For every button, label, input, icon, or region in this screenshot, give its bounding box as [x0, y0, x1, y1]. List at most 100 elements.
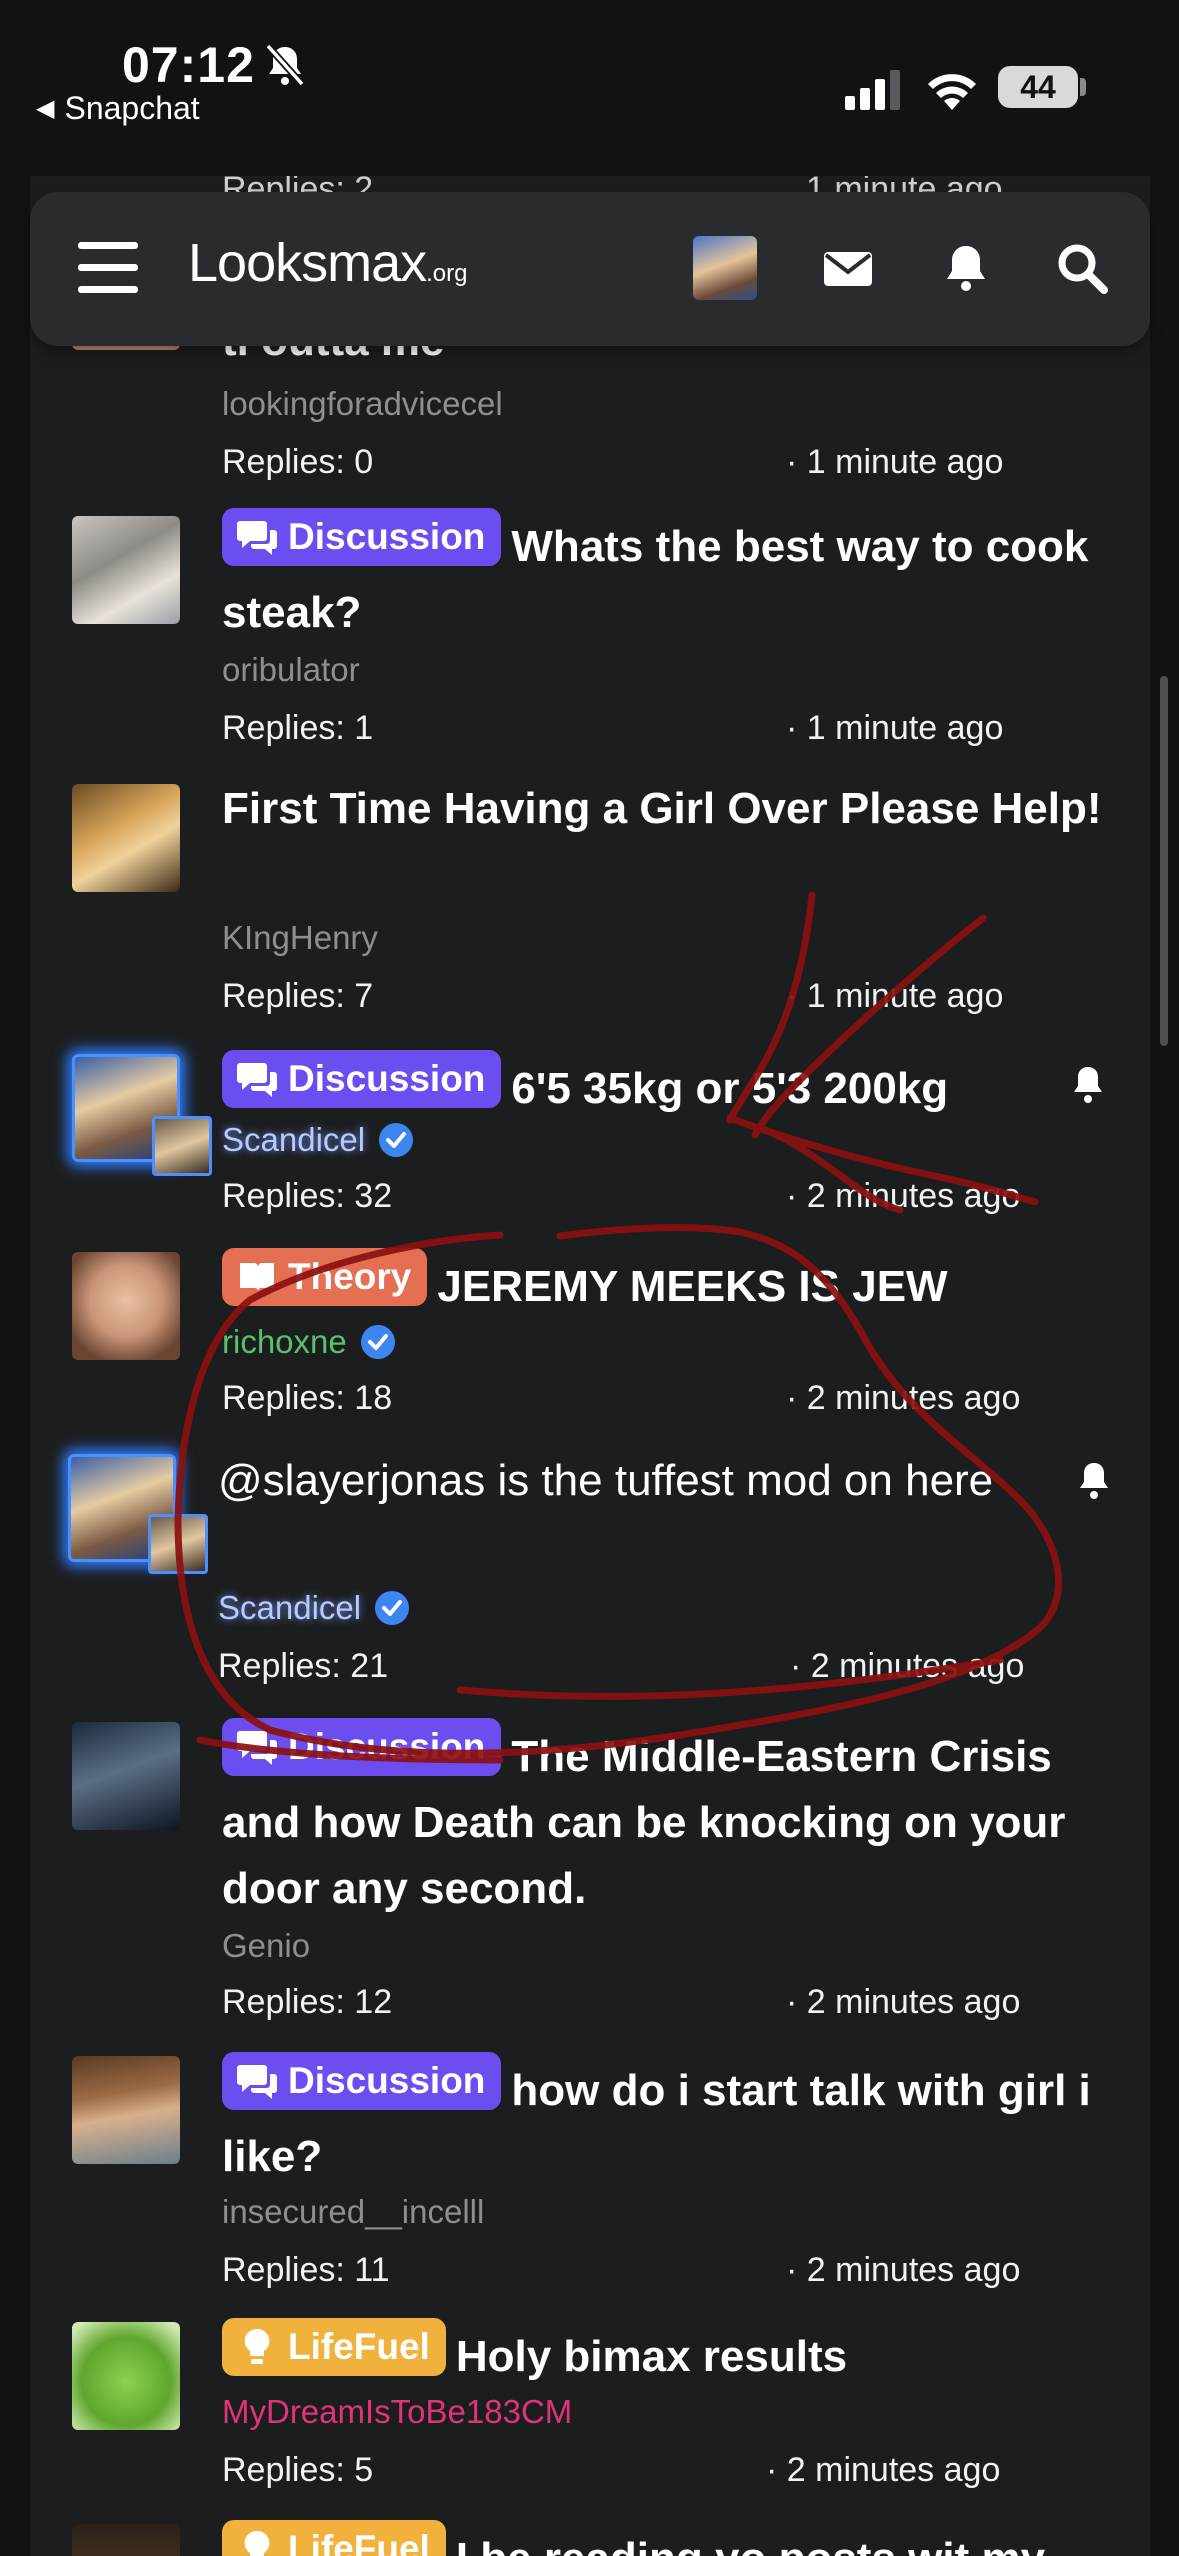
inbox-icon[interactable] [820, 240, 876, 296]
back-app-label: Snapchat [64, 90, 200, 126]
badge-label: Discussion [288, 516, 486, 557]
thread-author[interactable]: richoxne [222, 1320, 397, 1364]
prefix-badge[interactable]: Discussion [222, 1718, 502, 1776]
lightbulb-icon [244, 2328, 270, 2364]
participant-avatar[interactable] [152, 1116, 212, 1176]
signal-icon [845, 70, 900, 110]
thread-author[interactable]: MyDreamIsToBe183CM [222, 2390, 572, 2434]
last-activity: · 2 minutes ago [786, 1379, 1021, 1417]
prefix-badge[interactable]: Discussion [222, 508, 502, 566]
reply-count: Replies: 5 [222, 2451, 374, 2489]
reply-count: Replies: 32 [222, 1177, 393, 1215]
author-avatar[interactable] [72, 2322, 180, 2430]
badge-label: Discussion [288, 1726, 486, 1767]
discussion-icon [237, 2065, 277, 2099]
notifications-icon[interactable] [938, 240, 994, 296]
thread-author[interactable]: lookingforadvicecel [222, 382, 503, 426]
thread-author[interactable]: Scandicel [222, 1118, 415, 1162]
last-activity: · 2 minutes ago [790, 1647, 1025, 1685]
logo-text: Looksmax [188, 233, 427, 293]
last-activity: · 1 minute ago [786, 443, 1004, 481]
author-name: richoxne [222, 1323, 347, 1360]
book-icon [240, 1263, 274, 1291]
status-bar: 07:12 ◀ Snapchat 44 [0, 0, 1179, 176]
badge-label: Theory [288, 1256, 412, 1297]
thread-title[interactable]: Discussion how do i start talk with girl… [222, 2052, 1102, 2190]
menu-icon[interactable] [78, 242, 138, 294]
last-activity: · 1 minute ago [786, 709, 1004, 747]
prefix-badge[interactable]: LifeFuel [222, 2520, 446, 2556]
reply-count: Replies: 1 [222, 709, 374, 747]
thread-title[interactable]: LifeFuel I be reading yo posts wit my [222, 2520, 1102, 2556]
thread-title[interactable]: Discussion 6'5 35kg or 5'3 200kg [222, 1050, 1102, 1122]
author-name: Scandicel [218, 1589, 362, 1626]
silent-bell-icon [265, 43, 305, 87]
back-triangle-icon: ◀ [36, 95, 55, 122]
author-avatar[interactable] [72, 784, 180, 892]
last-activity: · 1 minute ago [786, 977, 1004, 1015]
prefix-badge[interactable]: Discussion [222, 2052, 502, 2110]
last-activity: · 2 minutes ago [786, 1177, 1021, 1215]
author-avatar[interactable] [72, 1722, 180, 1830]
reply-count: Replies: 12 [222, 1983, 393, 2021]
thread-title-text: JEREMY MEEKS IS JEW [437, 1262, 948, 1311]
thread-title[interactable]: Theory JEREMY MEEKS IS JEW [222, 1248, 1102, 1320]
lightbulb-icon [244, 2530, 270, 2556]
site-header: Looksmax.org [30, 192, 1150, 346]
prefix-badge[interactable]: Theory [222, 1248, 428, 1306]
author-avatar[interactable] [72, 516, 180, 624]
last-activity: · 2 minutes ago [786, 1983, 1021, 2021]
watched-bell-icon[interactable] [1068, 1064, 1108, 1106]
thread-author[interactable]: insecured__incelll [222, 2190, 484, 2234]
reply-count: Replies: 21 [218, 1647, 389, 1685]
battery-tip [1080, 78, 1086, 96]
badge-label: Discussion [288, 1058, 486, 1099]
site-logo[interactable]: Looksmax.org [188, 232, 467, 294]
battery-indicator: 44 [998, 66, 1078, 108]
thread-row[interactable]: ti outta me lookingforadvicecel Replies:… [30, 310, 1150, 496]
author-name: Scandicel [222, 1121, 366, 1158]
verified-badge-icon [360, 1325, 395, 1359]
last-activity: · 2 minutes ago [786, 2251, 1021, 2289]
thread-author[interactable]: oribulator [222, 648, 360, 692]
thread-title-text: I be reading yo posts wit my [456, 2534, 1045, 2556]
author-avatar[interactable] [72, 2056, 180, 2164]
badge-label: Discussion [288, 2060, 486, 2101]
thread-author[interactable]: KIngHenry [222, 916, 378, 960]
last-activity: · 2 minutes ago [766, 2451, 1001, 2489]
thread-title-text: Holy bimax results [455, 2332, 848, 2381]
watched-bell-icon[interactable] [1074, 1460, 1114, 1502]
thread-row[interactable]: LifeFuel I be reading yo posts wit my [30, 2520, 1150, 2556]
thread-author[interactable]: Genio [222, 1924, 310, 1968]
discussion-icon [237, 521, 277, 555]
reply-count: Replies: 18 [222, 1379, 393, 1417]
wifi-icon [928, 74, 976, 110]
badge-label: LifeFuel [288, 2326, 430, 2367]
author-avatar[interactable] [72, 2524, 180, 2556]
back-to-app[interactable]: ◀ Snapchat [36, 90, 200, 127]
prefix-badge[interactable]: Discussion [222, 1050, 502, 1108]
thread-title[interactable]: @slayerjonas is the tuffest mod on here [218, 1448, 1098, 1514]
verified-badge-icon [379, 1123, 414, 1157]
thread-title-text: 6'5 35kg or 5'3 200kg [511, 1064, 949, 1113]
author-avatar[interactable] [72, 1252, 180, 1360]
thread-title[interactable]: Discussion Whats the best way to cook st… [222, 508, 1102, 646]
logo-suffix: .org [426, 260, 468, 287]
thread-title[interactable]: First Time Having a Girl Over Please Hel… [222, 776, 1102, 842]
thread-title[interactable]: LifeFuel Holy bimax results [222, 2318, 1102, 2390]
reply-count: Replies: 0 [222, 443, 374, 481]
prefix-badge[interactable]: LifeFuel [222, 2318, 446, 2376]
verified-badge-icon [375, 1591, 410, 1625]
reply-count: Replies: 7 [222, 977, 374, 1015]
search-icon[interactable] [1054, 240, 1110, 296]
discussion-icon [237, 1063, 277, 1097]
user-avatar[interactable] [693, 236, 757, 300]
thread-author[interactable]: Scandicel [218, 1586, 411, 1630]
discussion-icon [237, 1731, 277, 1765]
participant-avatar[interactable] [148, 1514, 208, 1574]
clock: 07:12 [122, 37, 255, 93]
scrollbar[interactable] [1160, 676, 1168, 1046]
thread-title[interactable]: Discussion The Middle-Eastern Crisis and… [222, 1718, 1102, 1922]
badge-label: LifeFuel [288, 2528, 430, 2556]
reply-count: Replies: 11 [222, 2251, 390, 2289]
